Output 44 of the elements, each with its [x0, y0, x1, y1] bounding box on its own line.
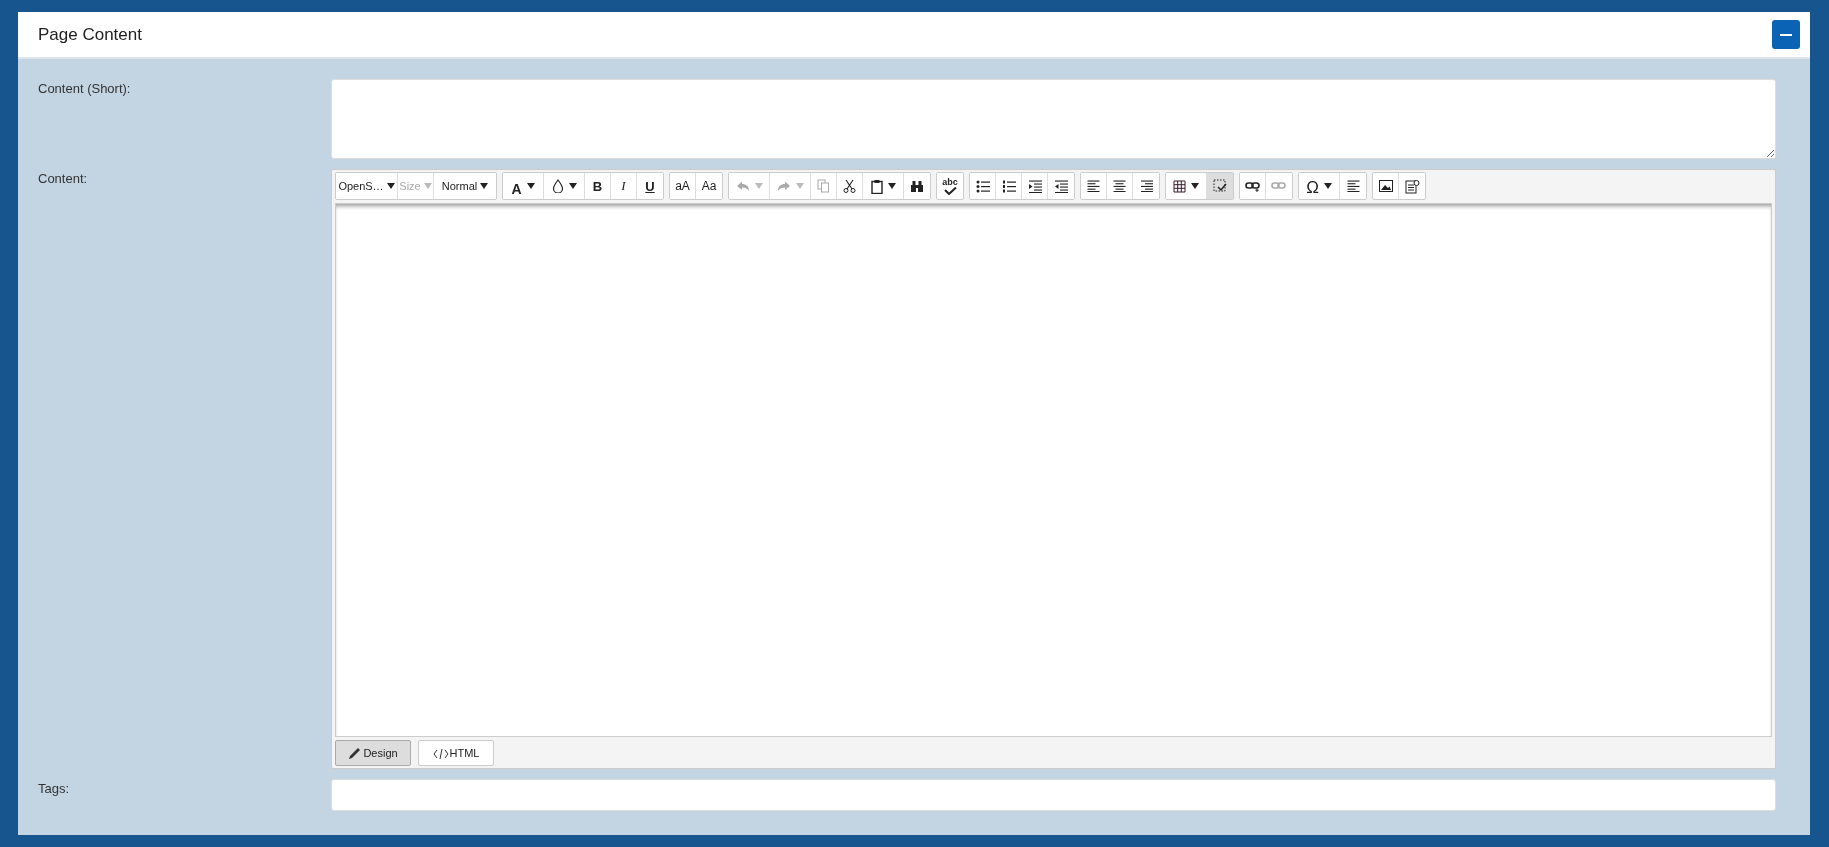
code-icon	[432, 746, 449, 759]
field-label: Content:	[38, 170, 89, 186]
table-button[interactable]	[1166, 173, 1207, 199]
omega-button[interactable]: Ω	[1299, 173, 1340, 199]
droplet-icon	[551, 179, 564, 193]
panel-title: Page Content	[38, 24, 142, 45]
bullet-list-icon	[975, 179, 990, 193]
show-borders-button[interactable]	[1207, 173, 1233, 199]
table-icon	[1173, 179, 1186, 193]
align-right-icon	[1139, 180, 1153, 192]
toolbar-dropdown[interactable]: OpenS…	[336, 173, 398, 199]
font-color-button[interactable]: A	[503, 173, 544, 199]
mode-tab[interactable]: Design	[335, 739, 411, 766]
redo-icon	[776, 180, 791, 192]
mode-tab[interactable]: HTML	[418, 739, 494, 766]
image-button[interactable]	[1373, 173, 1399, 199]
field-label: Tags:	[38, 780, 71, 796]
template-icon	[1404, 178, 1420, 194]
pencil-icon	[348, 745, 363, 760]
indent-icon	[1027, 179, 1042, 193]
bullet-list-button[interactable]	[970, 173, 996, 199]
spellcheck-button[interactable]: abc	[937, 173, 963, 199]
align-left-button[interactable]	[1081, 173, 1107, 199]
outdent-icon	[1054, 179, 1068, 193]
link-icon	[1244, 180, 1261, 192]
align-left-icon	[1087, 180, 1100, 192]
numbered-list-icon	[1001, 179, 1016, 193]
undo-icon	[735, 180, 750, 192]
clipboard-icon	[870, 178, 883, 194]
align-center-icon	[1113, 180, 1126, 192]
copy-icon	[817, 179, 830, 193]
link-button[interactable]	[1240, 173, 1266, 199]
minus-icon	[1780, 33, 1792, 36]
input-field[interactable]	[331, 779, 1776, 811]
image-icon	[1378, 180, 1393, 192]
binoculars-icon	[910, 179, 924, 193]
paragraph-icon	[1346, 180, 1360, 192]
field-label: Content (Short):	[38, 80, 132, 96]
check-icon	[943, 186, 957, 195]
unlink-icon	[1271, 180, 1287, 192]
show-borders-icon	[1213, 179, 1227, 193]
collapse-button[interactable]	[1772, 20, 1800, 49]
scissors-icon	[843, 179, 856, 193]
format-button[interactable]: aA	[670, 173, 696, 199]
